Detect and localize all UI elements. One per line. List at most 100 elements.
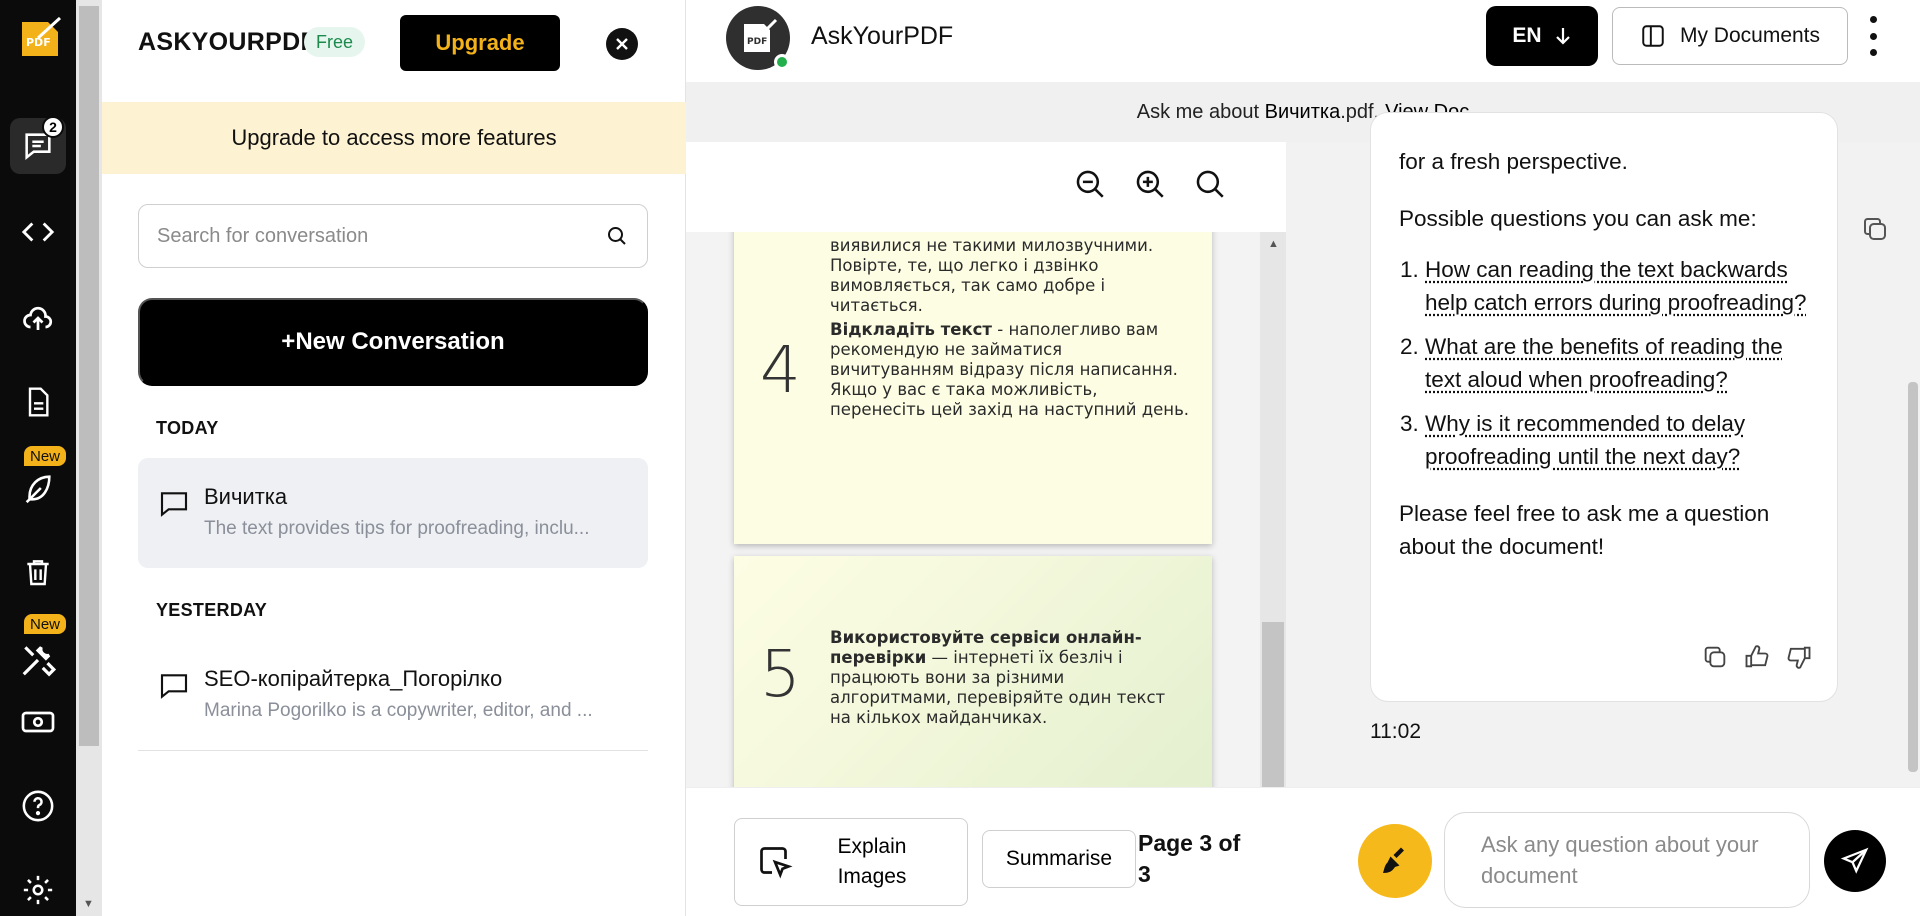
zoom-out-button[interactable] xyxy=(1070,164,1110,204)
tip-heading: Відкладіть текст xyxy=(830,320,992,339)
ask-prefix: Ask me about xyxy=(1136,100,1260,123)
rail-scrollbar-thumb[interactable] xyxy=(79,6,99,746)
chat-scrollbar[interactable] xyxy=(1906,142,1920,787)
pdf-scrollbar[interactable]: ▲ xyxy=(1260,232,1286,787)
send-button[interactable] xyxy=(1824,830,1886,892)
message-actions xyxy=(1701,643,1813,671)
cloud-upload-icon xyxy=(23,306,53,330)
suggested-question[interactable]: How can reading the text backwards help … xyxy=(1425,253,1809,319)
page-text: виявилися не такими милозвучними. Повірт… xyxy=(830,236,1154,315)
question-input[interactable]: Ask any question about your document xyxy=(1444,812,1810,908)
conversation-summary: The text provides tips for proofreading,… xyxy=(204,518,590,539)
search-input[interactable] xyxy=(157,224,605,248)
zoom-in-icon xyxy=(1136,170,1164,198)
tip-number: 4 xyxy=(760,334,801,408)
cursor-select-icon xyxy=(760,847,793,879)
top-header: PDF AskYourPDF EN My Documents xyxy=(686,0,1920,82)
new-conversation-button[interactable]: +New Conversation xyxy=(138,298,648,386)
section-yesterday: YESTERDAY xyxy=(156,600,268,620)
rail-scrollbar[interactable]: ▼ xyxy=(76,0,102,916)
close-icon xyxy=(616,38,628,50)
my-documents-button[interactable]: My Documents xyxy=(1612,7,1848,65)
suggested-question[interactable]: What are the benefits of reading the tex… xyxy=(1425,330,1809,396)
language-selector-button[interactable]: EN xyxy=(1486,6,1598,66)
divider xyxy=(138,750,648,751)
zoom-toolbar xyxy=(686,142,1286,232)
conversation-item[interactable]: Вичитка The text provides tips for proof… xyxy=(138,458,648,568)
upload-nav-button[interactable] xyxy=(10,290,66,346)
settings-nav-button[interactable] xyxy=(10,862,66,916)
document-icon xyxy=(28,387,49,417)
zoom-in-button[interactable] xyxy=(1130,164,1170,204)
chat-nav-button[interactable]: 2 xyxy=(10,116,66,174)
tools-icon xyxy=(22,646,57,677)
thumbs-down-icon[interactable] xyxy=(1785,643,1813,671)
message-timestamp: 11:02 xyxy=(1370,720,1421,743)
message-closing: Please feel free to ask me a question ab… xyxy=(1399,501,1770,559)
money-icon xyxy=(21,711,55,733)
suggested-questions: How can reading the text backwards help … xyxy=(1425,253,1809,473)
askyourpdf-logo-icon[interactable]: PDF xyxy=(16,14,64,62)
tools-nav-button[interactable] xyxy=(10,632,66,688)
plan-badge: Free xyxy=(304,27,366,57)
assistant-message: for a fresh perspective. Possible questi… xyxy=(1370,112,1838,702)
help-nav-button[interactable] xyxy=(10,778,66,834)
document-name: Вичитка xyxy=(1264,100,1341,123)
conversation-item[interactable]: SEO-копірайтерка_Погорілко Marina Pogori… xyxy=(138,640,648,750)
icon-rail: PDF 2 New New xyxy=(0,0,76,916)
pdf-page: виявилися не такими милозвучними. Повірт… xyxy=(734,232,1212,544)
scroll-down-arrow-icon[interactable]: ▼ xyxy=(83,898,94,910)
tip-text: Використовуйте сервіси онлайн-перевірки … xyxy=(830,628,1190,728)
pdf-pages[interactable]: виявилися не такими милозвучними. Повірт… xyxy=(686,232,1260,787)
my-documents-label: My Documents xyxy=(1679,24,1821,47)
app-title: AskYourPDF xyxy=(811,22,954,50)
section-today: TODAY xyxy=(156,418,219,438)
search-icon[interactable] xyxy=(605,224,629,248)
zoom-reset-button[interactable] xyxy=(1190,164,1230,204)
language-label: EN xyxy=(1512,24,1542,47)
brand-name: ASKYOURPDF xyxy=(138,28,317,56)
online-status-dot xyxy=(774,54,790,70)
suggested-question[interactable]: Why is it recommended to delay proofread… xyxy=(1425,407,1809,473)
chat-count-badge: 2 xyxy=(42,116,64,138)
zoom-out-icon xyxy=(1076,170,1104,198)
svg-text:PDF: PDF xyxy=(747,37,767,47)
conversation-summary: Marina Pogorilko is a copywriter, editor… xyxy=(204,700,593,721)
chat-scrollbar-thumb[interactable] xyxy=(1908,382,1918,772)
tip-text: Відкладіть текст - наполегливо вам реком… xyxy=(830,320,1190,420)
upgrade-button[interactable]: Upgrade xyxy=(400,15,560,71)
upgrade-banner[interactable]: Upgrade to access more features xyxy=(102,102,686,174)
explain-images-label: Explain Images xyxy=(837,835,907,888)
pdf-scrollbar-thumb[interactable] xyxy=(1262,622,1284,787)
pdf-page: 5 Використовуйте сервіси онлайн-перевірк… xyxy=(734,556,1212,787)
close-panel-button[interactable] xyxy=(606,28,638,60)
conversation-title: SEO-копірайтерка_Погорілко xyxy=(204,666,503,691)
thumbs-up-icon[interactable] xyxy=(1743,643,1771,671)
help-icon xyxy=(22,790,54,822)
scroll-up-arrow-icon[interactable]: ▲ xyxy=(1268,238,1279,250)
explain-images-button[interactable]: Explain Images xyxy=(734,818,968,906)
bottom-bar: Explain Images Summarise Page 3 of 3 Ask… xyxy=(686,787,1920,916)
more-options-icon[interactable] xyxy=(1866,16,1880,56)
conversation-icon xyxy=(160,492,188,517)
copy-icon[interactable] xyxy=(1860,214,1890,244)
code-nav-button[interactable] xyxy=(10,204,66,260)
pdf-viewer: виявилися не такими милозвучними. Повірт… xyxy=(686,142,1286,787)
broom-icon xyxy=(1383,847,1404,873)
clear-chat-button[interactable] xyxy=(1358,824,1432,898)
new-feature-tag: New xyxy=(24,614,67,634)
summarise-button[interactable]: Summarise xyxy=(982,830,1136,888)
send-icon xyxy=(1840,847,1869,874)
trash-nav-button[interactable] xyxy=(10,544,66,600)
documents-nav-button[interactable] xyxy=(10,374,66,430)
tip-number: 5 xyxy=(760,638,801,712)
pricing-nav-button[interactable] xyxy=(10,694,66,750)
conversation-search[interactable] xyxy=(138,204,648,268)
conversation-panel: ASKYOURPDF Free Upgrade Upgrade to acces… xyxy=(102,0,686,916)
search-magnifier-icon xyxy=(1196,170,1224,198)
write-nav-button[interactable] xyxy=(10,460,66,516)
copy-icon[interactable] xyxy=(1701,643,1729,671)
message-text: for a fresh perspective. xyxy=(1399,149,1628,174)
arrow-down-icon xyxy=(1555,28,1570,45)
conversation-title: Вичитка xyxy=(204,484,288,509)
